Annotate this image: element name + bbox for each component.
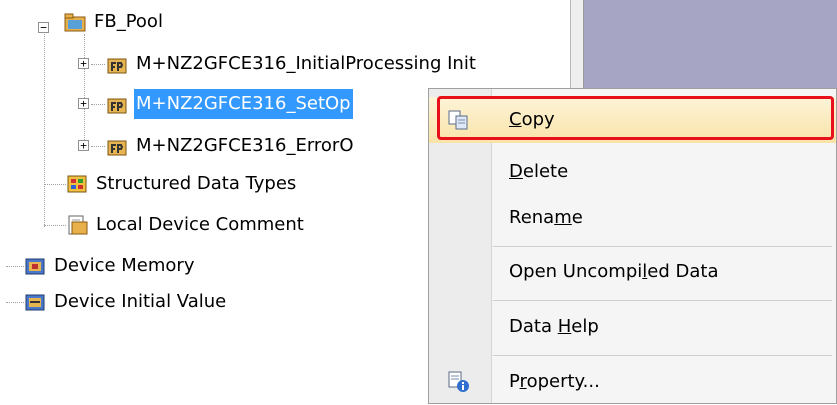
menu-label: Delete — [509, 161, 569, 182]
menu-item-property[interactable]: Property... — [429, 359, 836, 405]
menu-label: Property... — [509, 371, 600, 392]
tree-node-device-initial-value[interactable]: Device Initial Value — [24, 287, 228, 317]
menu-item-data-help[interactable]: Data Help — [429, 304, 836, 350]
function-block-icon — [106, 53, 128, 75]
structured-data-icon — [66, 173, 88, 195]
collapse-toggle[interactable]: − — [38, 22, 49, 33]
menu-separator — [493, 300, 832, 301]
menu-separator — [493, 246, 832, 247]
tree-node-structured-data-types[interactable]: Structured Data Types — [66, 169, 298, 199]
tree-node-fb-pool[interactable]: FB_Pool — [64, 7, 165, 37]
tree-node-device-memory[interactable]: Device Memory — [24, 251, 196, 281]
tree-line — [91, 104, 105, 105]
tree-line — [6, 302, 24, 303]
tree-node-fb[interactable]: M+NZ2GFCE316_ErrorO — [106, 131, 356, 161]
tree-line — [44, 225, 66, 226]
tree-line — [84, 34, 85, 146]
tree-node-local-device-comment[interactable]: Local Device Comment — [66, 210, 306, 240]
function-block-icon — [106, 93, 128, 115]
menu-label: Rename — [509, 207, 583, 228]
menu-separator — [493, 355, 832, 356]
comment-document-icon — [66, 214, 88, 236]
tree-node-fb-selected[interactable]: M+NZ2GFCE316_SetOp — [106, 89, 353, 119]
tree-line — [44, 184, 66, 185]
expand-toggle[interactable]: + — [78, 140, 89, 151]
tree-line — [44, 34, 45, 227]
menu-item-open-uncompiled-data[interactable]: Open Uncompiled Data — [429, 249, 836, 295]
menu-label: Data Help — [509, 316, 599, 337]
device-initial-value-icon — [24, 291, 46, 313]
property-icon — [447, 370, 471, 394]
device-memory-icon — [24, 255, 46, 277]
expand-toggle[interactable]: + — [78, 58, 89, 69]
menu-item-delete[interactable]: Delete — [429, 149, 836, 195]
tree-node-fb[interactable]: M+NZ2GFCE316_InitialProcessing Init — [106, 49, 478, 79]
folder-pool-icon — [64, 11, 86, 33]
menu-item-rename[interactable]: Rename — [429, 195, 836, 241]
tree-line — [91, 64, 105, 65]
expand-toggle[interactable]: + — [78, 98, 89, 109]
menu-label: Open Uncompiled Data — [509, 261, 719, 282]
tree-line — [91, 146, 105, 147]
callout-highlight-box — [437, 96, 834, 140]
tree-line — [6, 266, 24, 267]
function-block-icon — [106, 135, 128, 157]
